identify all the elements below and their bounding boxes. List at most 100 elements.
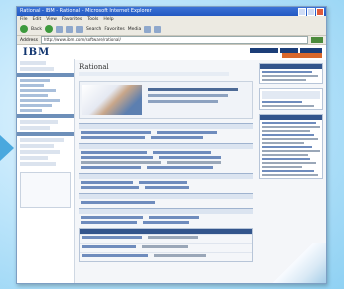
nav-item[interactable]	[20, 104, 52, 107]
featured-link[interactable]	[262, 71, 312, 73]
featured-text	[262, 79, 306, 81]
section-header	[79, 209, 253, 214]
menu-help[interactable]: Help	[103, 16, 113, 23]
menu-favorites[interactable]: Favorites	[62, 16, 82, 23]
product-link[interactable]	[81, 136, 145, 139]
hero-image	[82, 85, 142, 115]
header-search-field[interactable]	[250, 48, 278, 53]
service-link[interactable]	[81, 186, 139, 189]
table-row[interactable]	[80, 243, 252, 252]
resource-text	[262, 138, 318, 140]
nav-section[interactable]	[17, 73, 74, 77]
nav-item[interactable]	[20, 99, 60, 102]
resource-link[interactable]	[262, 170, 314, 172]
media-button[interactable]: Media	[128, 27, 142, 32]
browser-window: Rational - IBM - Rational - Microsoft In…	[16, 6, 327, 284]
product-link[interactable]	[151, 136, 203, 139]
services-section	[79, 173, 253, 189]
resource-link[interactable]	[262, 146, 312, 148]
solution-link[interactable]	[153, 151, 211, 154]
event-link[interactable]	[81, 216, 143, 219]
menu-file[interactable]: File	[20, 16, 28, 23]
nav-item[interactable]	[20, 156, 48, 160]
hero-text	[148, 100, 218, 103]
solution-link[interactable]	[81, 166, 141, 169]
nav-item[interactable]	[20, 94, 48, 97]
solution-link[interactable]	[81, 151, 147, 154]
refresh-icon[interactable]	[65, 25, 73, 33]
nav-item[interactable]	[20, 162, 56, 166]
box-header	[260, 115, 322, 120]
nav-item[interactable]	[20, 138, 64, 142]
hero-headline	[148, 88, 238, 91]
close-icon[interactable]	[316, 8, 324, 16]
event-link[interactable]	[143, 221, 189, 224]
solution-link[interactable]	[81, 156, 153, 159]
section-header	[79, 124, 253, 129]
product-link[interactable]	[81, 131, 151, 134]
mail-icon[interactable]	[144, 25, 152, 33]
menu-edit[interactable]: Edit	[33, 16, 42, 23]
product-link[interactable]	[157, 131, 217, 134]
spotlight-link[interactable]	[262, 101, 302, 103]
nav-section[interactable]	[17, 132, 74, 136]
forward-icon[interactable]	[44, 25, 53, 33]
resource-text	[262, 126, 320, 128]
main-column: Rational Software development tools and …	[77, 59, 255, 283]
solutions-section	[79, 143, 253, 169]
nav-item[interactable]	[20, 109, 42, 112]
section-header	[79, 144, 253, 149]
nav-item[interactable]	[20, 84, 44, 87]
window-title: Rational - IBM - Rational - Microsoft In…	[20, 8, 152, 14]
table-row[interactable]	[80, 234, 252, 243]
support-link[interactable]	[81, 201, 155, 204]
hero-banner[interactable]	[79, 81, 253, 119]
nav-item[interactable]	[20, 61, 46, 65]
solution-text	[81, 161, 161, 164]
resource-text	[262, 166, 302, 168]
nav-item[interactable]	[20, 126, 50, 130]
nav-item[interactable]	[20, 120, 58, 124]
home-icon[interactable]	[75, 25, 83, 33]
minimize-icon[interactable]	[298, 8, 306, 16]
nav-item[interactable]	[20, 67, 54, 71]
menu-tools[interactable]: Tools	[87, 16, 98, 23]
solution-link[interactable]	[147, 166, 213, 169]
resource-link[interactable]	[262, 134, 314, 136]
table-row[interactable]	[80, 252, 252, 261]
event-link[interactable]	[149, 216, 199, 219]
service-link[interactable]	[81, 181, 133, 184]
stop-icon[interactable]	[55, 25, 63, 33]
nav-section[interactable]	[17, 114, 74, 118]
nav-item[interactable]	[20, 150, 60, 154]
resource-link[interactable]	[262, 158, 310, 160]
support-section	[79, 193, 253, 204]
menu-view[interactable]: View	[46, 16, 57, 23]
address-bar: Address http://www.ibm.com/software/rati…	[17, 36, 326, 45]
orange-tab[interactable]	[282, 53, 322, 58]
maximize-icon[interactable]	[307, 8, 315, 16]
search-button[interactable]: Search	[86, 27, 101, 32]
resource-text	[262, 150, 320, 152]
nav-item[interactable]	[20, 89, 56, 92]
solution-link[interactable]	[159, 156, 221, 159]
nav-item[interactable]	[20, 79, 50, 82]
page-subtitle: Software development tools and services …	[79, 72, 229, 76]
resource-link[interactable]	[262, 122, 316, 124]
events-section	[79, 208, 253, 224]
product-section	[79, 123, 253, 139]
nav-item[interactable]	[20, 144, 54, 148]
window-controls	[298, 8, 324, 16]
print-icon[interactable]	[154, 25, 162, 33]
ibm-logo[interactable]: IBM	[23, 47, 50, 58]
back-icon[interactable]	[20, 25, 28, 33]
back-button[interactable]: Back	[31, 27, 42, 32]
resource-text	[262, 162, 316, 164]
service-link[interactable]	[139, 181, 187, 184]
service-link[interactable]	[145, 186, 189, 189]
favorites-button[interactable]: Favorites	[104, 27, 124, 32]
go-button[interactable]	[311, 37, 323, 43]
event-link[interactable]	[81, 221, 137, 224]
address-input[interactable]: http://www.ibm.com/software/rational/	[40, 36, 308, 44]
resource-text	[262, 130, 310, 132]
